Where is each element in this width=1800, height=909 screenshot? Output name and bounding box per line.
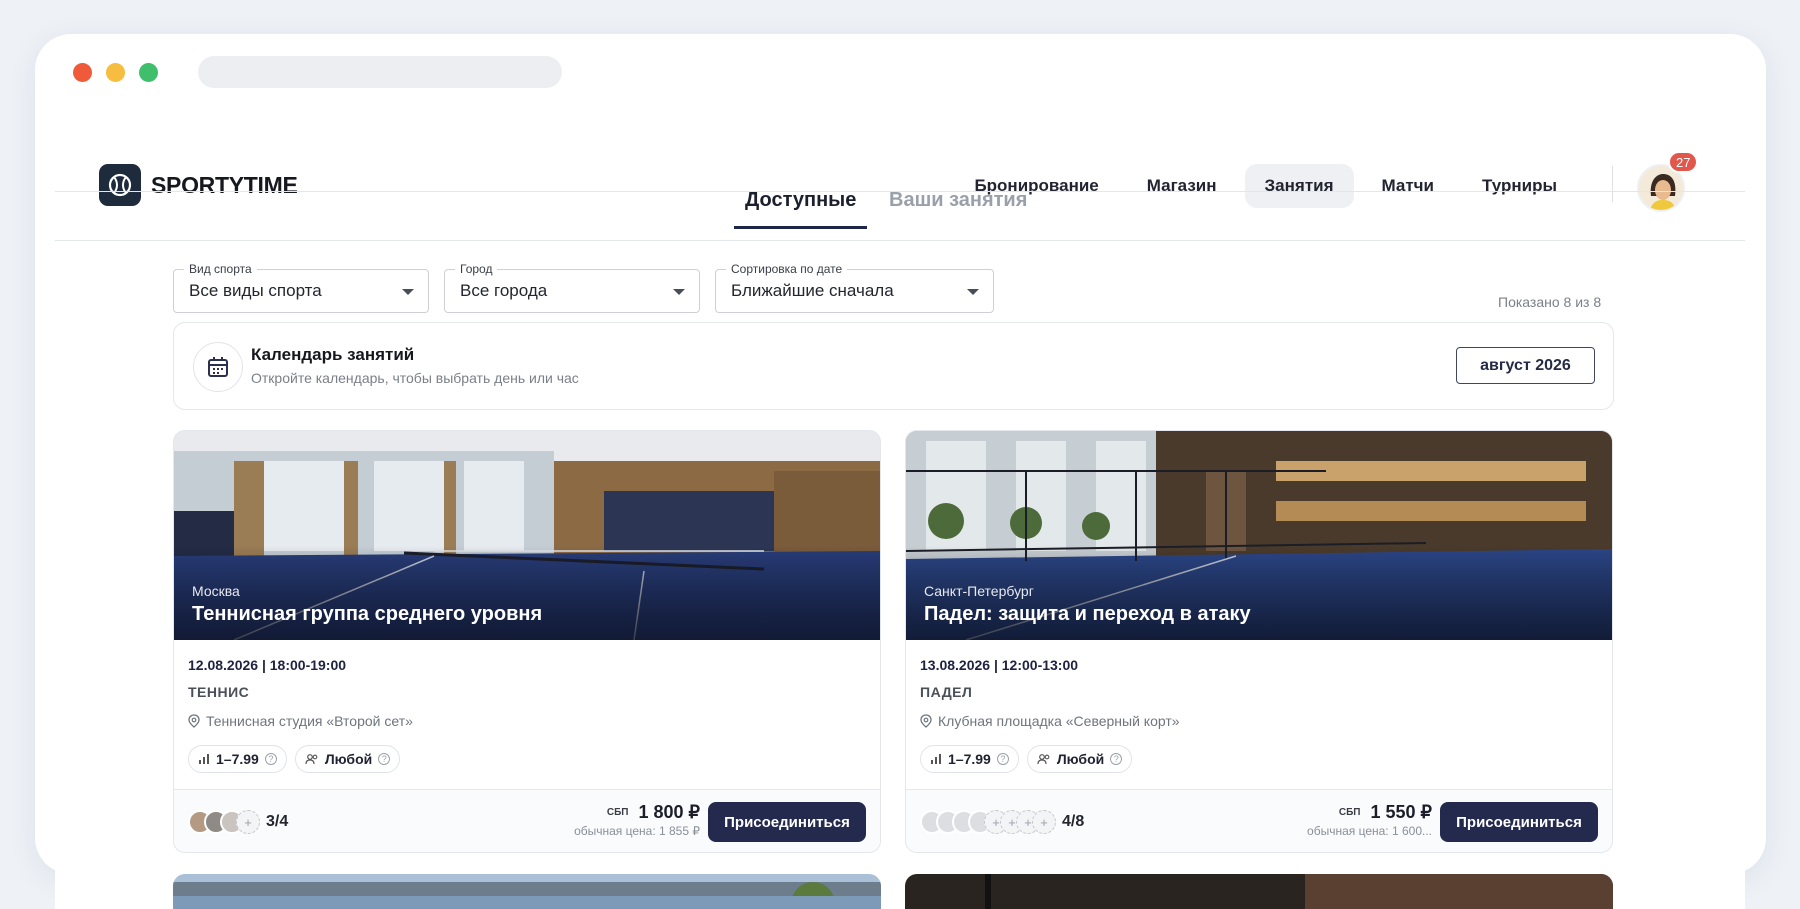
court-image-peek <box>173 874 881 909</box>
empty-slot[interactable]: + <box>1032 810 1056 834</box>
regular-price: обычная цена: 1 855 ₽ <box>574 824 700 838</box>
city-select-value: Все города <box>460 281 548 300</box>
calendar-panel: Календарь занятий Откройте календарь, чт… <box>173 322 1614 410</box>
level-value: 1–7.99 <box>948 751 991 767</box>
card-chips: 1–7.99 ? Любой ? <box>188 745 401 773</box>
results-count: Показано 8 из 8 <box>1498 294 1602 310</box>
notification-badge: 27 <box>1668 151 1699 173</box>
card-location: Теннисная студия «Второй сет» <box>188 713 413 729</box>
card-sport: ТЕННИС <box>188 684 250 700</box>
nav-classes[interactable]: Занятия <box>1244 164 1354 208</box>
card-datetime: 13.08.2026 | 12:00-13:00 <box>920 657 1079 673</box>
browser-window: SPORTYTIME Бронирование Магазин Занятия … <box>35 34 1766 874</box>
sport-select-label: Вид спорта <box>184 262 257 276</box>
card-footer: + + + + 4/8 СБП 1 550 ₽ обычная цена: 1 6… <box>906 789 1612 852</box>
card-title[interactable]: Теннисная группа среднего уровня <box>192 603 542 626</box>
location-pin-icon <box>188 714 200 728</box>
price-value: 1 550 ₽ <box>1370 802 1433 822</box>
card-datetime: 12.08.2026 | 18:00-19:00 <box>188 657 347 673</box>
calendar-subtitle: Откройте календарь, чтобы выбрать день и… <box>251 370 579 386</box>
tab-available[interactable]: Доступные <box>734 181 868 229</box>
gender-chip[interactable]: Любой ? <box>1026 745 1133 773</box>
card-price: СБП 1 550 ₽ обычная цена: 1 600... <box>1307 802 1432 838</box>
card-location: Клубная площадка «Северный корт» <box>920 713 1180 729</box>
logo[interactable]: SPORTYTIME <box>99 164 298 206</box>
calendar-title: Календарь занятий <box>251 345 415 364</box>
sort-select-value: Ближайшие сначала <box>731 281 894 300</box>
class-card[interactable]: Санкт-Петербург Падел: защита и переход … <box>905 430 1613 853</box>
gender-chip[interactable]: Любой ? <box>294 745 401 773</box>
class-card-peek[interactable] <box>905 874 1613 909</box>
city-select-label: Город <box>455 262 498 276</box>
minimize-window-button[interactable] <box>106 63 125 82</box>
nav-shop[interactable]: Магазин <box>1127 164 1237 208</box>
main-nav: Бронирование Магазин Занятия Матчи Турни… <box>954 164 1577 208</box>
brand-name: SPORTYTIME <box>151 171 298 198</box>
level-chip[interactable]: 1–7.99 ? <box>920 745 1019 773</box>
bar-chart-icon <box>199 754 209 764</box>
level-value: 1–7.99 <box>216 751 259 767</box>
calendar-month-button[interactable]: август 2026 <box>1456 347 1595 384</box>
tennis-ball-icon <box>99 164 141 206</box>
tab-my-classes[interactable]: Ваши занятия <box>878 181 1038 226</box>
sport-select[interactable]: Вид спорта Все виды спорта <box>173 262 429 313</box>
nav-divider <box>1612 166 1613 202</box>
help-icon[interactable]: ? <box>996 753 1009 765</box>
users-icon <box>305 754 318 765</box>
location-pin-icon <box>920 714 932 728</box>
nav-matches[interactable]: Матчи <box>1362 164 1454 208</box>
participants-count: 4/8 <box>1062 813 1085 830</box>
class-card[interactable]: Москва Теннисная группа среднего уровня … <box>173 430 881 853</box>
help-icon[interactable]: ? <box>378 753 391 765</box>
nav-tournaments[interactable]: Турниры <box>1462 164 1577 208</box>
card-place: Теннисная студия «Второй сет» <box>206 713 413 729</box>
help-icon[interactable]: ? <box>1110 753 1123 765</box>
sbp-payment-icon: СБП <box>606 807 629 818</box>
users-icon <box>1037 754 1050 765</box>
calendar-icon <box>193 342 243 392</box>
sbp-payment-icon: СБП <box>1338 807 1361 818</box>
gender-value: Любой <box>324 751 373 767</box>
gender-value: Любой <box>1056 751 1105 767</box>
join-button[interactable]: Присоединиться <box>1440 802 1598 842</box>
chevron-down-icon <box>402 289 414 295</box>
chevron-down-icon <box>673 289 685 295</box>
join-button[interactable]: Присоединиться <box>708 802 866 842</box>
participants: + + + + 4/8 <box>920 810 1084 834</box>
maximize-window-button[interactable] <box>139 63 158 82</box>
bar-chart-icon <box>931 754 941 764</box>
card-city: Москва <box>192 583 240 599</box>
tabs-divider <box>55 240 1745 241</box>
address-bar[interactable] <box>198 56 562 88</box>
empty-slot[interactable]: + <box>236 810 260 834</box>
help-icon[interactable]: ? <box>264 753 277 765</box>
regular-price: обычная цена: 1 600... <box>1307 824 1432 838</box>
level-chip[interactable]: 1–7.99 ? <box>188 745 287 773</box>
participants: + 3/4 <box>188 810 288 834</box>
sort-select-label: Сортировка по дате <box>726 262 848 276</box>
filters: Вид спорта Все виды спорта Город Все гор… <box>173 262 994 313</box>
participants-count: 3/4 <box>266 813 289 830</box>
city-select[interactable]: Город Все города <box>444 262 700 313</box>
close-window-button[interactable] <box>73 63 92 82</box>
card-city: Санкт-Петербург <box>924 583 1034 599</box>
class-card-peek[interactable] <box>173 874 881 909</box>
card-title[interactable]: Падел: защита и переход в атаку <box>924 603 1251 626</box>
price-value: 1 800 ₽ <box>638 802 701 822</box>
chevron-down-icon <box>967 289 979 295</box>
card-sport: ПАДЕЛ <box>920 684 973 700</box>
window-controls <box>73 63 158 82</box>
card-chips: 1–7.99 ? Любой ? <box>920 745 1133 773</box>
sort-select[interactable]: Сортировка по дате Ближайшие сначала <box>715 262 994 313</box>
sport-select-value: Все виды спорта <box>189 281 322 300</box>
card-place: Клубная площадка «Северный корт» <box>938 713 1180 729</box>
card-price: СБП 1 800 ₽ обычная цена: 1 855 ₽ <box>574 802 700 838</box>
card-footer: + 3/4 СБП 1 800 ₽ обычная цена: 1 855 ₽ П… <box>174 789 880 852</box>
court-image-peek <box>905 874 1613 909</box>
